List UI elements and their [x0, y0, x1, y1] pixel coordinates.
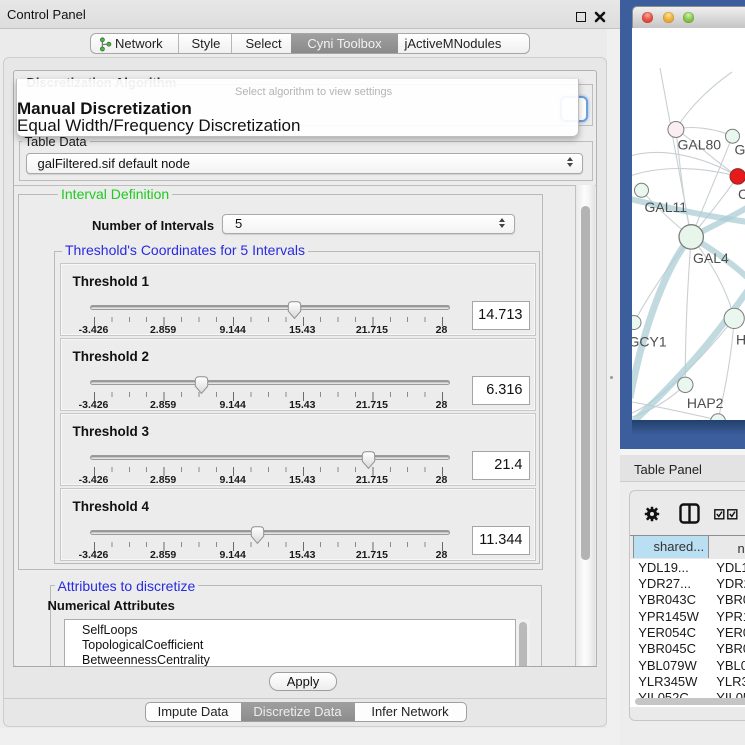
svg-text:GAL80: GAL80: [677, 136, 721, 152]
svg-text:H: H: [736, 331, 745, 347]
svg-text:GA: GA: [734, 141, 745, 157]
svg-text:GAL4: GAL4: [693, 250, 729, 266]
svg-text:GCY1: GCY1: [632, 333, 667, 349]
svg-text:C: C: [738, 186, 745, 202]
svg-text:GAL11: GAL11: [644, 199, 687, 215]
svg-text:HAP2: HAP2: [686, 395, 723, 411]
